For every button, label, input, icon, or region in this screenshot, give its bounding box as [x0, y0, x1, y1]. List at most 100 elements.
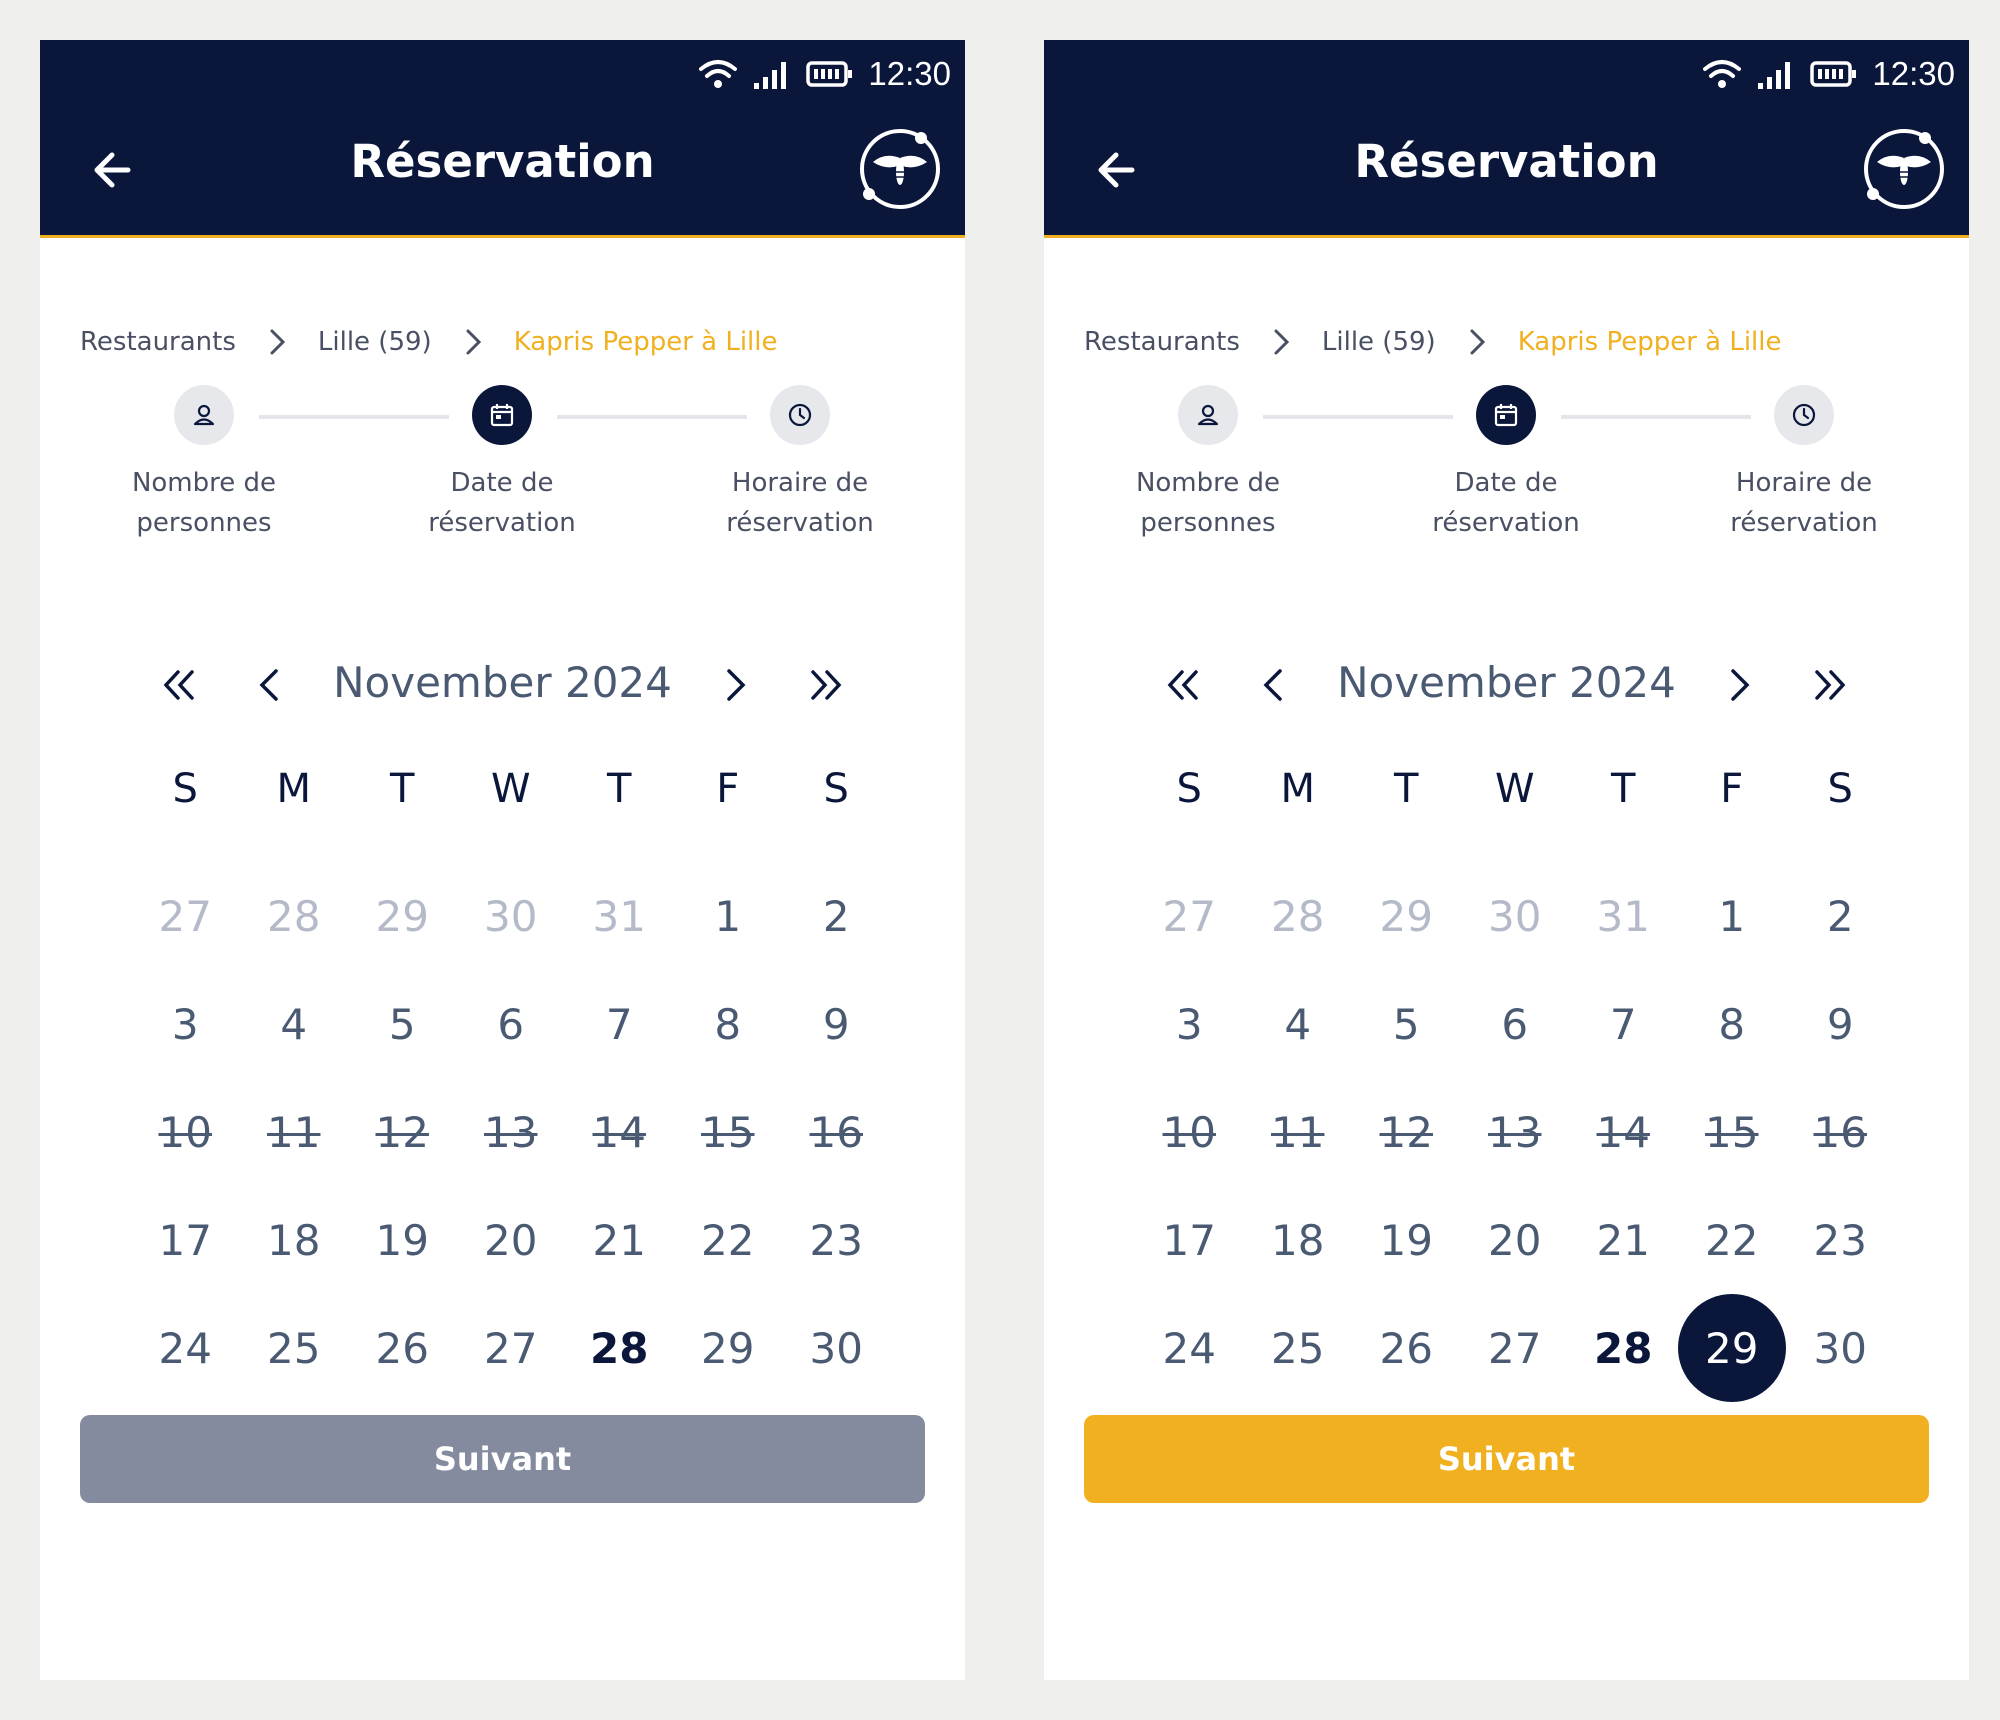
- calendar-day[interactable]: 25: [1244, 1294, 1353, 1402]
- calendar-day[interactable]: 18: [1244, 1186, 1353, 1294]
- calendar-week: 3 4 5 6 7 8 9: [131, 970, 891, 1078]
- calendar-week: 3 4 5 6 7 8 9: [1135, 970, 1895, 1078]
- calendar-day[interactable]: 22: [674, 1186, 783, 1294]
- calendar-day-unavailable: 12: [375, 1107, 429, 1157]
- next-button[interactable]: Suivant: [1084, 1415, 1929, 1503]
- step-date-circle: [472, 385, 532, 445]
- double-chevron-right-icon[interactable]: [795, 655, 855, 715]
- calendar-day-other-month: 28: [1271, 891, 1325, 941]
- calendar-week: 10 11 12 13 14 15 16: [131, 1078, 891, 1186]
- calendar-day[interactable]: 25: [240, 1294, 349, 1402]
- calendar-day-today[interactable]: 28: [1569, 1294, 1678, 1402]
- calendar-day[interactable]: 6: [1461, 970, 1570, 1078]
- wifi-icon: [1703, 60, 1742, 88]
- bee-logo-icon[interactable]: [1859, 124, 1949, 214]
- breadcrumb-city[interactable]: Lille (59): [318, 327, 432, 357]
- calendar-day[interactable]: 1: [1678, 862, 1787, 970]
- calendar-day[interactable]: 6: [457, 970, 566, 1078]
- calendar-header: November 2024: [40, 640, 965, 730]
- calendar-day-today[interactable]: 28: [565, 1294, 674, 1402]
- calendar-day[interactable]: 23: [782, 1186, 891, 1294]
- calendar-day[interactable]: 23: [1786, 1186, 1895, 1294]
- step-time: Horaire de réservation: [670, 385, 930, 543]
- calendar-day-unavailable: 13: [1488, 1107, 1542, 1157]
- calendar-day[interactable]: 2: [1786, 862, 1895, 970]
- calendar-week: 24 25 26 27 28 29 30: [131, 1294, 891, 1402]
- calendar-day[interactable]: 8: [1678, 970, 1787, 1078]
- step-time-circle: [770, 385, 830, 445]
- calendar-day[interactable]: 9: [782, 970, 891, 1078]
- weekday-label: M: [276, 766, 311, 812]
- calendar-day[interactable]: 26: [348, 1294, 457, 1402]
- calendar-day[interactable]: 26: [1352, 1294, 1461, 1402]
- calendar-day[interactable]: 1: [674, 862, 783, 970]
- calendar-icon: [1494, 404, 1518, 427]
- calendar-day[interactable]: 2: [782, 862, 891, 970]
- calendar-day-other-month: 30: [1488, 891, 1542, 941]
- wifi-icon: [699, 60, 738, 88]
- calendar-day[interactable]: 20: [457, 1186, 566, 1294]
- step-time: Horaire de réservation: [1674, 385, 1934, 543]
- breadcrumb-restaurants[interactable]: Restaurants: [1084, 327, 1240, 357]
- page-title: Réservation: [1354, 135, 1659, 188]
- bee-logo-icon[interactable]: [855, 124, 945, 214]
- calendar-day[interactable]: 21: [1569, 1186, 1678, 1294]
- calendar-day[interactable]: 9: [1786, 970, 1895, 1078]
- breadcrumb-restaurants[interactable]: Restaurants: [80, 327, 236, 357]
- calendar-day[interactable]: 21: [565, 1186, 674, 1294]
- calendar-day[interactable]: 19: [348, 1186, 457, 1294]
- calendar-day[interactable]: 7: [565, 970, 674, 1078]
- next-button-disabled[interactable]: Suivant: [80, 1415, 925, 1503]
- step-guests-circle: [174, 385, 234, 445]
- calendar-day[interactable]: 8: [674, 970, 783, 1078]
- calendar-day[interactable]: 7: [1569, 970, 1678, 1078]
- calendar-day[interactable]: 3: [131, 970, 240, 1078]
- step-guests: Nombre de personnes: [74, 385, 334, 543]
- calendar-day[interactable]: 4: [1244, 970, 1353, 1078]
- calendar-day[interactable]: 27: [1461, 1294, 1570, 1402]
- calendar-day-unavailable: 11: [267, 1107, 321, 1157]
- calendar-day-unavailable: 16: [809, 1107, 863, 1157]
- weekday-label: S: [1827, 766, 1853, 812]
- calendar-day-unavailable: 14: [592, 1107, 646, 1157]
- calendar-day-unavailable: 10: [1162, 1107, 1216, 1157]
- calendar-day[interactable]: 29: [674, 1294, 783, 1402]
- calendar-day[interactable]: 27: [457, 1294, 566, 1402]
- calendar-day[interactable]: 30: [782, 1294, 891, 1402]
- step-guests: Nombre de personnes: [1078, 385, 1338, 543]
- calendar-day[interactable]: 3: [1135, 970, 1244, 1078]
- double-chevron-right-icon[interactable]: [1799, 655, 1859, 715]
- chevron-right-icon[interactable]: [1709, 655, 1769, 715]
- chevron-right-icon[interactable]: [705, 655, 765, 715]
- calendar-day[interactable]: 5: [1352, 970, 1461, 1078]
- calendar-day[interactable]: 30: [1786, 1294, 1895, 1402]
- chevron-right-icon: [466, 329, 481, 355]
- calendar-day[interactable]: 5: [348, 970, 457, 1078]
- calendar-day[interactable]: 24: [131, 1294, 240, 1402]
- calendar-day-other-month: 31: [592, 891, 646, 941]
- calendar-grid: 27 28 29 30 31 1 2 3 4 5 6 7 8 9 10 11 1…: [131, 862, 891, 1402]
- breadcrumb: Restaurants Lille (59) Kapris Pepper à L…: [80, 302, 778, 382]
- calendar-day-other-month: 30: [484, 891, 538, 941]
- calendar-day[interactable]: 19: [1352, 1186, 1461, 1294]
- calendar-day[interactable]: 17: [131, 1186, 240, 1294]
- calendar-day[interactable]: 20: [1461, 1186, 1570, 1294]
- calendar-week: 24 25 26 27 28 29 30: [1135, 1294, 1895, 1402]
- breadcrumb-city[interactable]: Lille (59): [1322, 327, 1436, 357]
- weekday-label: S: [823, 766, 849, 812]
- calendar-day[interactable]: 18: [240, 1186, 349, 1294]
- page-title: Réservation: [350, 135, 655, 188]
- calendar-day-unavailable: 15: [701, 1107, 755, 1157]
- calendar-day[interactable]: 24: [1135, 1294, 1244, 1402]
- calendar-day[interactable]: 22: [1678, 1186, 1787, 1294]
- app-header: 12:30 Réservation: [40, 40, 965, 238]
- clock-icon: [788, 403, 812, 427]
- calendar-day-selected[interactable]: 29: [1677, 1294, 1787, 1402]
- step-date-circle: [1476, 385, 1536, 445]
- weekday-label: F: [716, 766, 740, 812]
- calendar-icon: [490, 404, 514, 427]
- booking-stepper: Nombre de personnes Date de réservation Ho…: [1044, 385, 1969, 585]
- calendar-day[interactable]: 17: [1135, 1186, 1244, 1294]
- status-bar: 12:30: [698, 50, 951, 98]
- calendar-day[interactable]: 4: [240, 970, 349, 1078]
